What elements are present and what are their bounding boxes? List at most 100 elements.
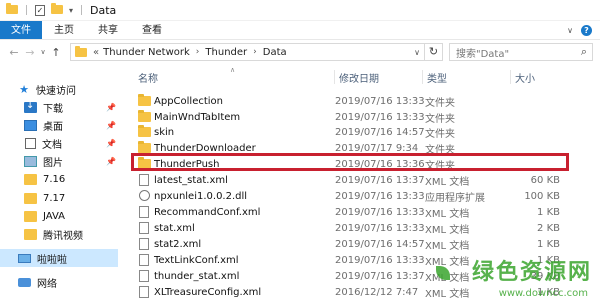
file-date: 2019/07/16 13:33: [335, 190, 425, 202]
nav-item-this-pc[interactable]: 啦啦啦: [0, 249, 118, 267]
address-dropdown-icon[interactable]: ∨: [414, 48, 420, 57]
file-row[interactable]: AppCollection 2019/07/16 13:33 文件夹: [134, 93, 600, 109]
nav-label: 下载: [43, 103, 63, 115]
file-row[interactable]: stat2.xml 2019/07/16 14:57 XML 文档 1 KB: [134, 236, 600, 252]
nav-item-java[interactable]: JAVA: [0, 207, 118, 225]
refresh-button[interactable]: ↻: [425, 43, 443, 61]
address-row: ← → ∨ ↑ « Thunder Network › Thunder › Da…: [0, 41, 600, 63]
search-placeholder: 搜索"Data": [456, 48, 510, 60]
file-type: XML 文档: [425, 288, 470, 300]
nav-item-network[interactable]: 网络: [0, 273, 118, 291]
column-header-date[interactable]: 修改日期: [334, 70, 379, 85]
folder-icon: [138, 141, 151, 153]
folder-icon: [24, 228, 37, 240]
nav-item-desktop[interactable]: 桌面 📌: [0, 116, 118, 134]
tab-file[interactable]: 文件: [0, 21, 42, 39]
tab-home[interactable]: 主页: [42, 21, 86, 39]
search-icon[interactable]: ⌕: [581, 45, 587, 59]
breadcrumb-item[interactable]: Data: [263, 47, 287, 58]
divider: [81, 5, 83, 15]
divider: [26, 5, 27, 15]
watermark-url: www.downcc.com: [498, 288, 588, 299]
xml-file-icon: [139, 206, 149, 218]
expand-ribbon-icon[interactable]: ∨: [567, 26, 573, 35]
breadcrumb-item[interactable]: Thunder Network: [103, 47, 190, 58]
file-type: 应用程序扩展: [425, 192, 485, 204]
column-header-type[interactable]: 类型: [422, 70, 447, 85]
quick-access-dropdown-icon[interactable]: ▾: [69, 6, 73, 15]
tab-view[interactable]: 查看: [130, 21, 174, 39]
this-pc-icon: [18, 253, 31, 263]
nav-item-quick-access[interactable]: ★ 快速访问: [0, 80, 118, 98]
folder-icon: [138, 125, 151, 137]
file-date: 2016/12/12 7:47: [335, 286, 419, 298]
breadcrumb-item[interactable]: Thunder: [205, 47, 247, 58]
column-header-name[interactable]: 名称: [138, 70, 158, 85]
network-icon: [18, 277, 31, 287]
file-row[interactable]: stat.xml 2019/07/16 13:33 XML 文档 2 KB: [134, 220, 600, 236]
nav-label: 桌面: [43, 121, 63, 133]
file-type: 文件夹: [425, 113, 455, 125]
pin-icon: 📌: [106, 120, 116, 130]
file-row[interactable]: MainWndTabItem 2019/07/16 13:33 文件夹: [134, 109, 600, 125]
address-bar[interactable]: « Thunder Network › Thunder › Data ∨: [70, 43, 425, 61]
file-name: stat.xml: [154, 222, 195, 234]
file-name: AppCollection: [154, 95, 223, 107]
documents-icon: [25, 137, 36, 149]
properties-icon[interactable]: ✓: [35, 4, 45, 16]
breadcrumb-overflow[interactable]: «: [93, 47, 99, 58]
nav-item-pictures[interactable]: 图片 📌: [0, 152, 118, 170]
column-header-size[interactable]: 大小: [510, 70, 535, 85]
new-folder-icon[interactable]: [51, 3, 63, 15]
star-icon: ★: [19, 82, 29, 96]
file-type: XML 文档: [425, 240, 470, 252]
pin-icon: 📌: [106, 156, 116, 166]
folder-icon: [24, 210, 37, 222]
file-date: 2019/07/16 13:37: [335, 270, 425, 282]
file-date: 2019/07/16 13:33: [335, 254, 425, 266]
file-name: ThunderDownloader: [154, 142, 256, 154]
file-row[interactable]: npxunlei1.0.0.2.dll 2019/07/16 13:33 应用程…: [134, 188, 600, 204]
watermark-text: 绿色资源网: [471, 260, 592, 285]
nav-item-tencent-video[interactable]: 腾讯视频: [0, 225, 118, 243]
file-type: 文件夹: [425, 128, 455, 140]
forward-button[interactable]: →: [22, 46, 38, 59]
nav-item-documents[interactable]: 文档 📌: [0, 134, 118, 152]
file-date: 2019/07/16 13:33: [335, 222, 425, 234]
xml-file-icon: [139, 254, 149, 266]
back-button[interactable]: ←: [6, 46, 22, 59]
nav-item-7-16[interactable]: 7.16: [0, 170, 118, 188]
file-date: 2019/07/16 14:57: [335, 126, 425, 138]
nav-label: 图片: [43, 157, 63, 169]
nav-label: 网络: [37, 278, 57, 290]
file-date: 2019/07/16 13:33: [335, 111, 425, 123]
ribbon-tabs: 文件 主页 共享 查看 ∨ ?: [0, 21, 600, 40]
nav-label: JAVA: [43, 210, 66, 222]
file-name: MainWndTabItem: [154, 111, 241, 123]
file-date: 2019/07/16 13:37: [335, 174, 425, 186]
file-row[interactable]: latest_stat.xml 2019/07/16 13:37 XML 文档 …: [134, 172, 600, 188]
recent-locations-icon[interactable]: ∨: [38, 48, 48, 56]
help-icon[interactable]: ?: [581, 24, 592, 36]
file-row[interactable]: RecommandConf.xml 2019/07/16 13:33 XML 文…: [134, 204, 600, 220]
breadcrumb-separator-icon[interactable]: ›: [196, 47, 200, 57]
pin-icon: 📌: [106, 138, 116, 148]
nav-item-downloads[interactable]: 下载 📌: [0, 98, 118, 116]
nav-label: 啦啦啦: [37, 254, 67, 266]
file-type: XML 文档: [425, 208, 470, 220]
tab-share[interactable]: 共享: [86, 21, 130, 39]
up-button[interactable]: ↑: [48, 46, 64, 59]
search-input[interactable]: 搜索"Data" ⌕: [449, 43, 593, 61]
nav-item-7-17[interactable]: 7.17: [0, 189, 118, 207]
breadcrumb-separator-icon[interactable]: ›: [253, 47, 257, 57]
file-row[interactable]: skin 2019/07/16 14:57 文件夹: [134, 124, 600, 140]
xml-file-icon: [139, 286, 149, 298]
file-date: 2019/07/16 13:33: [335, 206, 425, 218]
file-name: latest_stat.xml: [154, 174, 228, 186]
folder-icon: [24, 173, 37, 185]
file-size: 2 KB: [537, 222, 560, 234]
file-type: XML 文档: [425, 176, 470, 188]
file-type: XML 文档: [425, 224, 470, 236]
folder-icon: [6, 3, 18, 15]
window-title: Data: [90, 3, 117, 17]
